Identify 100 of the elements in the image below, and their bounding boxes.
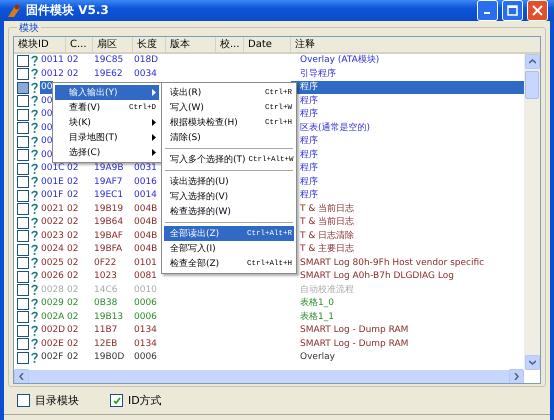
row-checkbox[interactable] bbox=[17, 82, 29, 94]
comment-cell: 引导程序 bbox=[299, 68, 337, 81]
module-id: 00 bbox=[40, 148, 54, 162]
column-header[interactable]: 长度 bbox=[133, 37, 166, 52]
table-cell: 02 bbox=[66, 284, 80, 297]
menu-item[interactable]: 选择(C) bbox=[55, 145, 159, 160]
table-cell: 19BFA bbox=[93, 243, 124, 256]
table-cell: 02 bbox=[66, 270, 80, 284]
column-header[interactable]: 校... bbox=[216, 37, 244, 52]
group-label: 模块 bbox=[17, 21, 41, 35]
row-checkbox[interactable] bbox=[17, 244, 29, 256]
table-cell: 02 bbox=[66, 176, 80, 189]
menu-item[interactable]: 写入选择的(V) bbox=[164, 189, 294, 204]
table-cell: 12EB bbox=[93, 338, 118, 351]
comment-cell: 程序 bbox=[299, 189, 319, 202]
table-cell: 0F22 bbox=[93, 256, 118, 270]
module-id: 0026 bbox=[40, 270, 65, 284]
comment-cell: SMART Log 80h-9Fh Host vendor specific bbox=[299, 256, 486, 270]
scroll-left-button[interactable] bbox=[14, 369, 29, 383]
menu-item[interactable]: 目录地图(T) bbox=[55, 130, 159, 145]
scroll-up-button[interactable] bbox=[524, 54, 540, 69]
scroll-down-button[interactable] bbox=[524, 355, 540, 370]
module-id: 00 bbox=[40, 108, 54, 122]
vertical-scrollbar[interactable] bbox=[524, 54, 540, 370]
table-cell: 19AF7 bbox=[93, 176, 124, 189]
table-cell: 02 bbox=[66, 243, 80, 256]
table-cell: 19BAF bbox=[93, 230, 124, 243]
row-checkbox[interactable] bbox=[17, 324, 29, 337]
row-checkbox[interactable] bbox=[17, 190, 29, 202]
row-checkbox[interactable] bbox=[17, 108, 29, 121]
module-id: 0023 bbox=[40, 230, 65, 243]
scrollbar-thumb[interactable] bbox=[525, 71, 539, 99]
table-cell: 19EC1 bbox=[93, 189, 124, 202]
comment-cell: 程序 bbox=[299, 108, 319, 122]
scroll-right-button[interactable] bbox=[509, 369, 524, 383]
table-cell: 11B7 bbox=[93, 324, 118, 338]
window-title: 固件模块 V5.3 bbox=[26, 2, 110, 19]
row-checkbox[interactable] bbox=[17, 298, 29, 310]
module-id: 0012 bbox=[40, 68, 65, 81]
comment-cell: Overlay bbox=[299, 351, 336, 364]
maximize-button[interactable] bbox=[502, 0, 523, 21]
row-checkbox[interactable] bbox=[17, 338, 29, 350]
option-checkbox[interactable] bbox=[110, 394, 123, 407]
table-cell: 004B bbox=[133, 243, 158, 256]
row-checkbox[interactable] bbox=[17, 122, 29, 134]
option-label: 目录模块 bbox=[35, 393, 79, 408]
module-id: 00 bbox=[40, 81, 54, 94]
row-checkbox[interactable] bbox=[17, 230, 29, 242]
comment-cell: Overlay (ATA模块) bbox=[299, 54, 380, 68]
table-cell: 02 bbox=[66, 202, 80, 216]
table-cell: 02 bbox=[66, 189, 80, 202]
comment-cell: 程序 bbox=[299, 81, 319, 94]
row-checkbox[interactable] bbox=[17, 203, 29, 216]
row-checkbox[interactable] bbox=[17, 95, 29, 108]
row-checkbox[interactable] bbox=[17, 284, 29, 296]
table-cell: 0010 bbox=[133, 284, 158, 297]
row-checkbox[interactable] bbox=[17, 149, 29, 162]
menu-item[interactable]: 全部写入(I) bbox=[164, 241, 294, 256]
row-checkbox[interactable] bbox=[17, 257, 29, 270]
row-checkbox[interactable] bbox=[17, 54, 29, 67]
close-button[interactable] bbox=[527, 0, 548, 21]
module-id: 0025 bbox=[40, 256, 65, 270]
horizontal-scrollbar[interactable] bbox=[14, 370, 524, 383]
module-id: 0029 bbox=[40, 297, 65, 310]
module-id: 001F bbox=[40, 189, 64, 202]
row-checkbox[interactable] bbox=[17, 216, 29, 229]
table-cell: 1023 bbox=[93, 270, 118, 284]
row-checkbox[interactable] bbox=[17, 270, 29, 283]
comment-cell: 表格1_1 bbox=[299, 310, 335, 324]
menu-item[interactable]: 检查选择的(W) bbox=[164, 204, 294, 219]
row-checkbox[interactable] bbox=[17, 136, 29, 148]
row-checkbox[interactable] bbox=[17, 311, 29, 324]
menu-item[interactable]: 块(K) bbox=[55, 115, 159, 130]
option-checkbox[interactable] bbox=[17, 394, 30, 407]
menu-item[interactable]: 输入输出(Y) bbox=[55, 85, 159, 100]
comment-cell: 程序 bbox=[299, 176, 319, 189]
table-cell: 02 bbox=[66, 162, 80, 176]
row-checkbox[interactable] bbox=[17, 162, 29, 175]
column-header[interactable]: 模块ID bbox=[14, 37, 66, 52]
row-checkbox[interactable] bbox=[17, 68, 29, 80]
minimize-button[interactable] bbox=[477, 0, 498, 21]
column-header[interactable]: C... bbox=[66, 37, 93, 52]
table-cell: 02 bbox=[66, 256, 80, 270]
module-id: 00 bbox=[40, 122, 54, 135]
column-header[interactable]: 版本 bbox=[166, 37, 216, 52]
row-checkbox[interactable] bbox=[17, 352, 29, 364]
column-header[interactable]: 扇区 bbox=[93, 37, 133, 52]
module-id: 001E bbox=[40, 176, 65, 189]
menu-item[interactable]: 清除(S) bbox=[164, 130, 294, 145]
module-id: 0021 bbox=[40, 202, 65, 216]
row-checkbox[interactable] bbox=[17, 176, 29, 188]
table-cell: 02 bbox=[66, 310, 80, 324]
comment-cell: T & 当前日志 bbox=[299, 216, 356, 230]
column-header[interactable]: 注释 bbox=[291, 37, 540, 52]
module-id: 001C bbox=[40, 162, 66, 176]
comment-cell: T & 日志清除 bbox=[299, 230, 356, 243]
comment-cell: 自动校准流程 bbox=[299, 284, 355, 297]
table-cell: 0006 bbox=[133, 310, 158, 324]
column-header[interactable]: Date bbox=[244, 37, 291, 52]
menu-item[interactable]: 读出选择的(U) bbox=[164, 174, 294, 189]
